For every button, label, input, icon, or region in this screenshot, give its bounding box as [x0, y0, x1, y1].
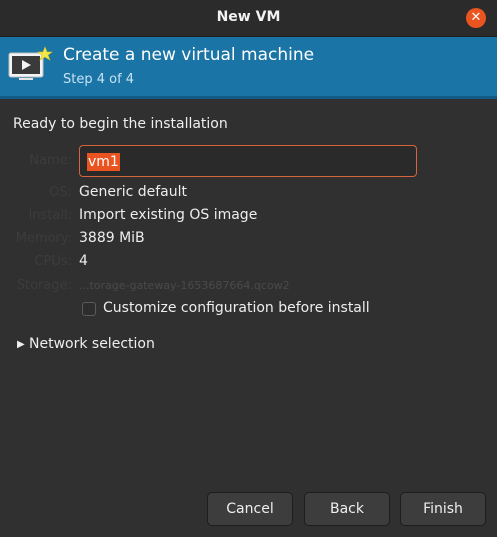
cpus-label: CPUs:	[34, 254, 72, 269]
memory-label: Memory:	[15, 231, 72, 246]
header-title: Create a new virtual machine	[63, 45, 315, 65]
cancel-button[interactable]: Cancel	[207, 492, 293, 526]
name-field[interactable]: vm1	[79, 145, 417, 177]
os-label: OS:	[49, 185, 72, 200]
virtual-machine-new-icon	[8, 46, 53, 80]
finish-button[interactable]: Finish	[400, 492, 486, 526]
name-value: vm1	[87, 153, 120, 171]
title-bar: New VM ✕	[0, 0, 497, 37]
close-icon[interactable]: ✕	[466, 8, 486, 28]
wizard-header: Create a new virtual machine Step 4 of 4	[0, 37, 497, 99]
name-label: Name:	[29, 153, 72, 168]
expander-arrow-icon[interactable]: ▶	[17, 336, 25, 354]
customize-label[interactable]: Customize configuration before install	[103, 300, 370, 316]
os-value: Generic default	[79, 184, 188, 200]
storage-label: Storage:	[16, 278, 72, 293]
ready-heading: Ready to begin the installation	[13, 116, 228, 132]
cpus-value: 4	[79, 253, 88, 269]
window-title: New VM	[216, 9, 281, 25]
customize-checkbox[interactable]	[82, 302, 96, 316]
network-selection-label[interactable]: Network selection	[29, 336, 155, 352]
back-button[interactable]: Back	[304, 492, 390, 526]
storage-value: ...torage-gateway-1653687664.qcow2	[79, 279, 290, 292]
install-label: Install:	[28, 208, 72, 223]
memory-value: 3889 MiB	[79, 230, 145, 246]
install-value: Import existing OS image	[79, 207, 258, 223]
step-indicator: Step 4 of 4	[63, 72, 135, 87]
